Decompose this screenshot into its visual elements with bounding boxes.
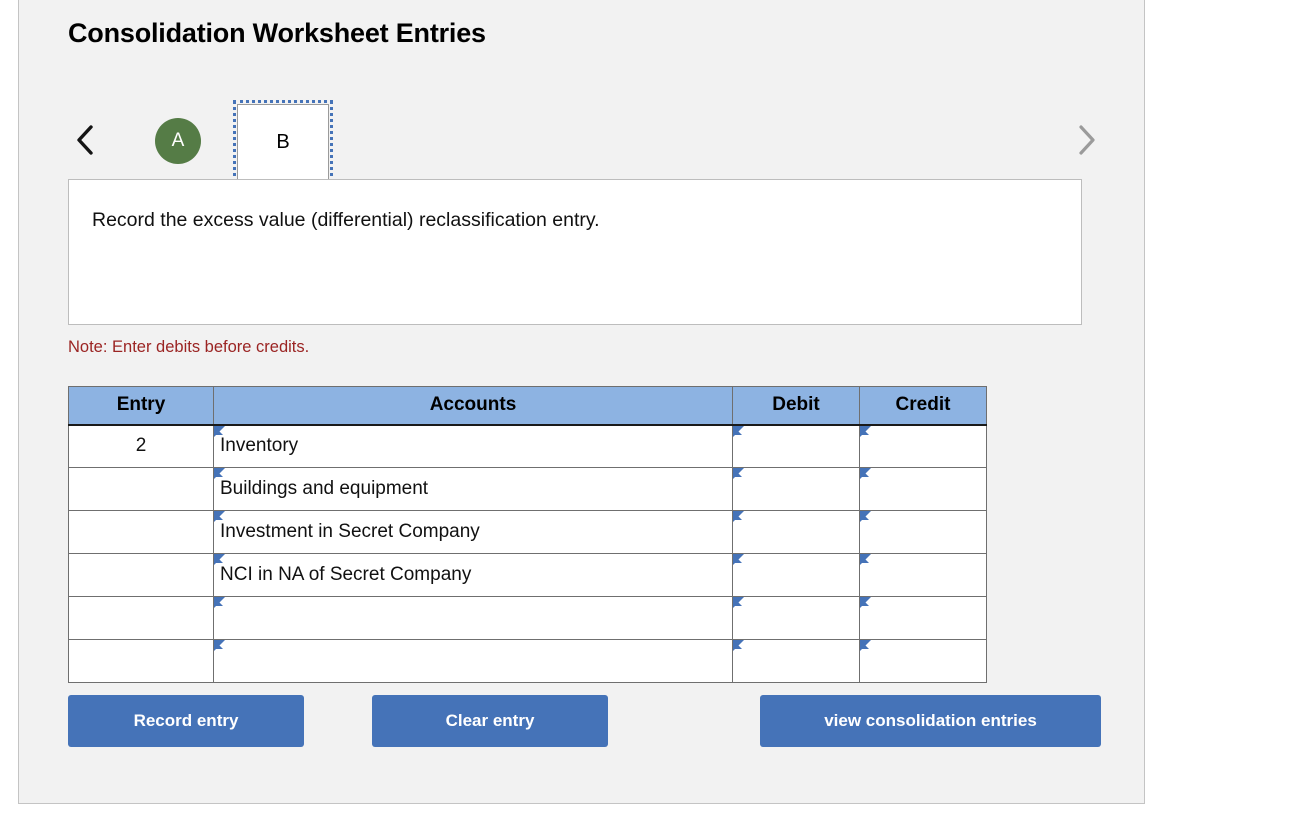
account-input-cell[interactable] xyxy=(213,639,733,683)
account-input-cell[interactable]: NCI in NA of Secret Company xyxy=(213,553,733,597)
dropdown-marker-icon xyxy=(860,597,871,608)
view-consolidation-entries-button[interactable]: view consolidation entries xyxy=(760,695,1101,747)
dropdown-marker-icon xyxy=(733,640,744,651)
previous-tab-button[interactable] xyxy=(68,118,102,162)
dropdown-marker-icon xyxy=(733,468,744,479)
dropdown-marker-icon xyxy=(860,640,871,651)
entry-number-cell[interactable] xyxy=(68,510,214,554)
account-input-cell[interactable]: Inventory xyxy=(213,424,733,468)
entry-number-cell[interactable]: 2 xyxy=(68,424,214,468)
table-row: Buildings and equipment xyxy=(68,467,987,511)
chevron-left-icon xyxy=(74,123,96,157)
account-value: Buildings and equipment xyxy=(220,478,429,499)
debit-input-cell[interactable] xyxy=(732,424,860,468)
credit-input-cell[interactable] xyxy=(859,639,987,683)
chevron-right-icon xyxy=(1075,123,1097,157)
entry-number-cell[interactable] xyxy=(68,467,214,511)
account-value: Investment in Secret Company xyxy=(220,521,480,542)
tab-a[interactable]: A xyxy=(155,118,201,164)
column-header-entry: Entry xyxy=(68,386,214,426)
entry-number-cell[interactable] xyxy=(68,596,214,640)
account-value: Inventory xyxy=(220,435,299,457)
tab-a-label: A xyxy=(171,130,185,151)
table-header-row: Entry Accounts Debit Credit xyxy=(68,386,987,426)
debit-input-cell[interactable] xyxy=(732,553,860,597)
table-row: 2 Inventory xyxy=(68,424,987,468)
account-input-cell[interactable]: Buildings and equipment xyxy=(213,467,733,511)
tab-navigation: A B xyxy=(68,100,1103,184)
credit-input-cell[interactable] xyxy=(859,553,987,597)
dropdown-marker-icon xyxy=(860,425,871,437)
debit-input-cell[interactable] xyxy=(732,639,860,683)
table-row xyxy=(68,639,987,683)
credit-input-cell[interactable] xyxy=(859,596,987,640)
dropdown-marker-icon xyxy=(733,554,744,565)
dropdown-marker-icon xyxy=(214,597,225,608)
instruction-text: Record the excess value (differential) r… xyxy=(92,209,600,231)
dropdown-marker-icon xyxy=(860,468,871,479)
dropdown-marker-icon xyxy=(733,511,744,522)
column-header-credit: Credit xyxy=(859,386,987,426)
entry-number-cell[interactable] xyxy=(68,553,214,597)
credit-input-cell[interactable] xyxy=(859,467,987,511)
account-input-cell[interactable]: Investment in Secret Company xyxy=(213,510,733,554)
page-root: Consolidation Worksheet Entries A B Reco… xyxy=(0,0,1298,840)
credit-input-cell[interactable] xyxy=(859,510,987,554)
table-row xyxy=(68,596,987,640)
dropdown-marker-icon xyxy=(860,554,871,565)
journal-entry-table: Entry Accounts Debit Credit 2 Inventory xyxy=(68,386,987,683)
tab-b-label: B xyxy=(276,130,290,153)
question-panel: Consolidation Worksheet Entries A B Reco… xyxy=(18,0,1145,804)
column-header-debit: Debit xyxy=(732,386,860,426)
debit-input-cell[interactable] xyxy=(732,596,860,640)
account-input-cell[interactable] xyxy=(213,596,733,640)
dropdown-marker-icon xyxy=(733,425,744,437)
tab-b[interactable]: B xyxy=(233,100,333,184)
account-value: NCI in NA of Secret Company xyxy=(220,564,472,585)
entry-number-cell[interactable] xyxy=(68,639,214,683)
instruction-box: Record the excess value (differential) r… xyxy=(68,179,1082,325)
dropdown-marker-icon xyxy=(733,597,744,608)
note-text: Note: Enter debits before credits. xyxy=(68,338,310,356)
page-title: Consolidation Worksheet Entries xyxy=(68,18,486,48)
credit-input-cell[interactable] xyxy=(859,424,987,468)
debit-input-cell[interactable] xyxy=(732,510,860,554)
record-entry-button[interactable]: Record entry xyxy=(68,695,304,747)
table-row: NCI in NA of Secret Company xyxy=(68,553,987,597)
table-row: Investment in Secret Company xyxy=(68,510,987,554)
next-tab-button[interactable] xyxy=(1069,118,1103,162)
dropdown-marker-icon xyxy=(214,640,225,651)
column-header-accounts: Accounts xyxy=(213,386,733,426)
dropdown-marker-icon xyxy=(860,511,871,522)
clear-entry-button[interactable]: Clear entry xyxy=(372,695,608,747)
debit-input-cell[interactable] xyxy=(732,467,860,511)
